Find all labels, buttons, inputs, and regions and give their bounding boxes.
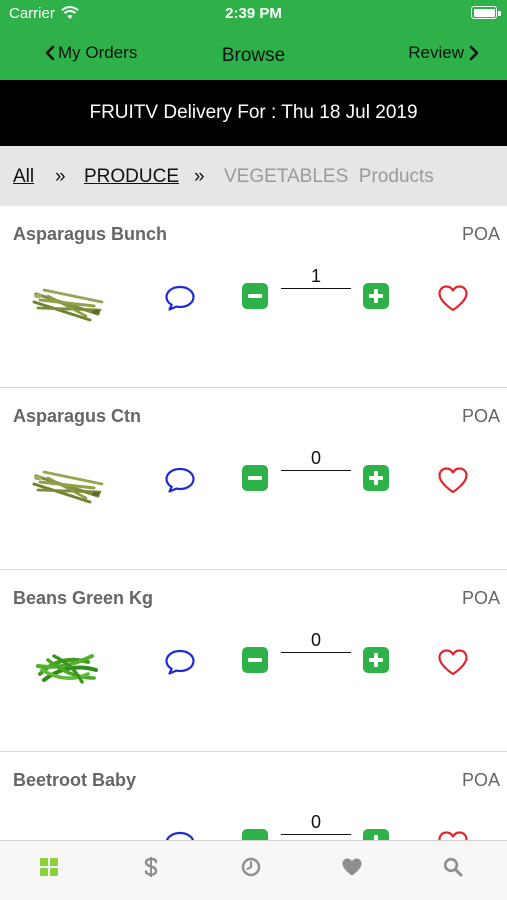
product-price: POA (461, 224, 500, 244)
product-price: POA (461, 588, 500, 608)
comment-icon[interactable] (164, 830, 196, 840)
product-list[interactable]: Asparagus Bunch POA Asparagus Ctn POA (0, 206, 507, 840)
asparagus-image (32, 470, 104, 504)
decrease-quantity-button[interactable] (242, 829, 268, 840)
tab-pricing[interactable] (139, 855, 163, 879)
breadcrumb: All » PRODUCE » VEGETABLES Products (0, 146, 507, 206)
breadcrumb-produce-link[interactable]: PRODUCE (84, 166, 179, 188)
dollar-icon (144, 857, 158, 877)
clock-icon (241, 857, 261, 877)
breadcrumb-separator: » (194, 166, 205, 187)
product-name: Asparagus Ctn (13, 406, 142, 426)
status-bar: Carrier 2:39 PM (0, 0, 507, 28)
favorite-heart-icon[interactable] (437, 284, 469, 312)
product-price: POA (461, 770, 500, 790)
decrease-quantity-button[interactable] (242, 465, 268, 491)
green-beans-image (36, 654, 98, 684)
product-row: Asparagus Ctn POA (0, 388, 507, 570)
clock-time: 2:39 PM (225, 5, 282, 22)
tab-favorites[interactable] (340, 855, 364, 879)
asparagus-image (32, 288, 104, 322)
product-name: Beans Green Kg (13, 588, 154, 608)
battery-icon (471, 6, 497, 19)
battery-tip (498, 11, 501, 16)
chevron-right-icon (469, 45, 479, 61)
tab-bar (0, 840, 507, 900)
forward-label: Review (408, 43, 464, 62)
increase-quantity-button[interactable] (363, 647, 389, 673)
product-name: Asparagus Bunch (13, 224, 168, 244)
decrease-quantity-button[interactable] (242, 283, 268, 309)
breadcrumb-all-link[interactable]: All (13, 166, 34, 188)
comment-icon[interactable] (164, 466, 196, 494)
top-header: Carrier 2:39 PM My Orders Browse Review (0, 0, 507, 80)
comment-icon[interactable] (164, 284, 196, 312)
tab-search[interactable] (441, 855, 465, 879)
quantity-input[interactable] (281, 446, 351, 471)
increase-quantity-button[interactable] (363, 465, 389, 491)
quantity-input[interactable] (281, 628, 351, 653)
search-icon (443, 857, 463, 877)
tab-history[interactable] (239, 855, 263, 879)
favorite-heart-icon[interactable] (437, 830, 469, 840)
grid-icon (40, 858, 58, 876)
breadcrumb-current: VEGETABLES Products (224, 166, 434, 187)
quantity-input[interactable] (281, 264, 351, 289)
product-name: Beetroot Baby (13, 770, 137, 790)
beetroot-image (30, 826, 106, 840)
tab-browse[interactable] (37, 855, 61, 879)
favorite-heart-icon[interactable] (437, 648, 469, 676)
heart-icon (342, 858, 362, 876)
increase-quantity-button[interactable] (363, 283, 389, 309)
decrease-quantity-button[interactable] (242, 647, 268, 673)
comment-icon[interactable] (164, 648, 196, 676)
delivery-banner: FRUITV Delivery For : Thu 18 Jul 2019 (0, 80, 507, 146)
increase-quantity-button[interactable] (363, 829, 389, 840)
favorite-heart-icon[interactable] (437, 466, 469, 494)
product-price: POA (461, 406, 500, 426)
product-row: Beans Green Kg POA (0, 570, 507, 752)
product-row: Beetroot Baby POA (0, 752, 507, 840)
product-row: Asparagus Bunch POA (0, 206, 507, 388)
breadcrumb-separator: » (55, 166, 66, 187)
quantity-input[interactable] (281, 810, 351, 835)
review-forward-button[interactable]: Review (408, 43, 480, 63)
